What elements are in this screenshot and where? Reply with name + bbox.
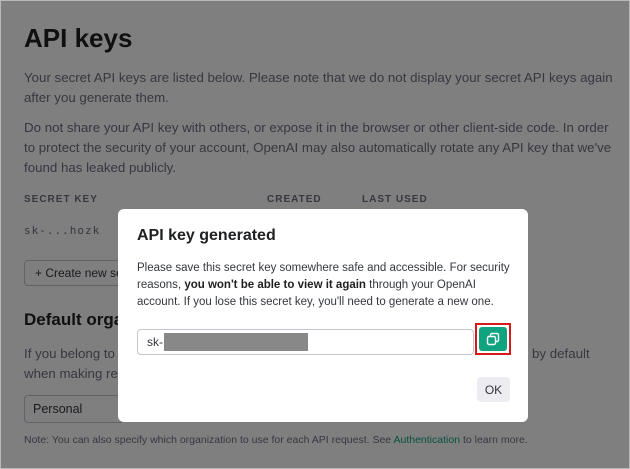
copy-icon — [486, 332, 500, 346]
redacted-key-block — [164, 333, 308, 351]
screenshot-frame: API keys Your secret API keys are listed… — [0, 0, 630, 469]
api-key-generated-dialog: API key generated Please save this secre… — [118, 209, 528, 422]
dialog-message: Please save this secret key somewhere sa… — [137, 260, 512, 311]
copy-key-button[interactable] — [479, 327, 507, 351]
ok-button[interactable]: OK — [477, 377, 510, 402]
secret-key-field[interactable]: sk- — [137, 329, 474, 355]
dialog-message-bold: you won't be able to view it again — [184, 279, 366, 291]
secret-key-prefix: sk- — [147, 335, 163, 349]
dialog-title: API key generated — [137, 227, 276, 244]
